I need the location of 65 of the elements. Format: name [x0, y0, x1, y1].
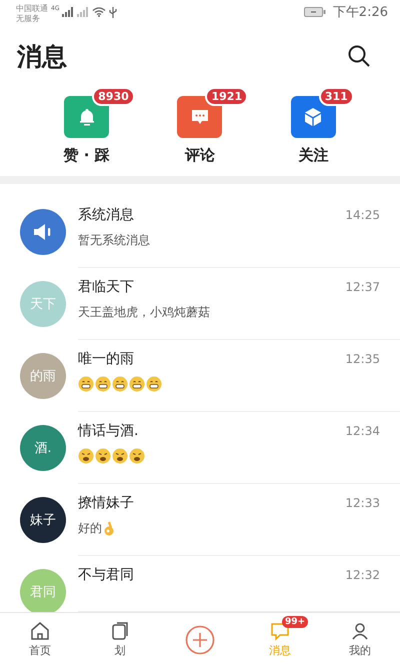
message-preview: 暂无系统消息: [78, 232, 150, 249]
signal-icon: [62, 7, 74, 17]
plus-icon: [185, 624, 215, 654]
message-row[interactable]: 天下 君临天下 12:37 天王盖地虎，小鸡炖蘑菇: [0, 268, 400, 340]
avatar-text: 酒.: [34, 440, 52, 457]
avatar-text: 妹子: [30, 512, 56, 529]
search-icon[interactable]: [348, 45, 370, 67]
message-preview: 天王盖地虎，小鸡炖蘑菇: [78, 304, 210, 321]
message-time: 14:25: [345, 208, 380, 222]
contact-name: 撩情妹子: [78, 494, 134, 512]
message-row[interactable]: 妹子 撩情妹子 12:33 好的: [0, 484, 400, 556]
avatar-text: 天下: [30, 296, 56, 313]
message-row[interactable]: 酒. 情话与酒. 12:34: [0, 412, 400, 484]
carrier-name: 中国联通: [16, 4, 48, 14]
carrier-status: 无服务: [16, 14, 41, 24]
tab-label: 首页: [29, 643, 51, 658]
message-row[interactable]: 系统消息 14:25 暂无系统消息: [0, 196, 400, 268]
message-time: 12:32: [345, 568, 380, 582]
weary-emoji-icon: [95, 448, 111, 464]
shortcut-label: 评论: [184, 146, 215, 165]
shortcut-label: 赞 · 踩: [64, 146, 110, 165]
status-time: 下午2:26: [332, 4, 388, 21]
count-badge: 1921: [205, 87, 248, 106]
cube-icon: [303, 107, 324, 127]
tab-item[interactable]: 我的: [320, 613, 400, 666]
message-time: 12:33: [345, 496, 380, 510]
tab-item[interactable]: 首页: [0, 613, 80, 666]
page-title: 消息: [17, 40, 67, 72]
tab-item[interactable]: 99+ 消息: [240, 613, 320, 666]
avatar-text: 的雨: [30, 368, 56, 385]
count-badge: 8930: [92, 87, 135, 106]
count-badge: 311: [318, 87, 354, 106]
message-time: 12:37: [345, 280, 380, 294]
usb-icon: [109, 6, 118, 18]
message-time: 12:35: [345, 352, 380, 366]
count-badge: 99+: [282, 616, 308, 628]
person-icon: [350, 621, 370, 641]
weary-emoji-icon: [112, 448, 128, 464]
shortcut-label: 关注: [298, 146, 328, 165]
message-row[interactable]: 的雨 唯一的雨 12:35: [0, 340, 400, 412]
avatar-text: 君同: [30, 584, 56, 601]
tab-label: 我的: [349, 643, 371, 658]
home-icon: [30, 621, 50, 641]
message-preview: 好的: [78, 520, 102, 537]
weary-emoji-icon: [78, 448, 94, 464]
grin-emoji-icon: [146, 376, 162, 392]
grin-emoji-icon: [112, 376, 128, 392]
contact-name: 情话与酒.: [78, 422, 138, 440]
ok-hand-icon: [103, 520, 115, 536]
tab-label: 划: [114, 643, 126, 658]
tab-item[interactable]: 划: [80, 613, 160, 666]
grin-emoji-icon: [95, 376, 111, 392]
weary-emoji-icon: [129, 448, 145, 464]
contact-name: 不与君同: [78, 566, 134, 584]
message-time: 12:34: [345, 424, 380, 438]
wifi-icon: [92, 7, 106, 17]
contact-name: 君临天下: [78, 278, 134, 296]
contact-name: 唯一的雨: [78, 350, 134, 368]
grin-emoji-icon: [129, 376, 145, 392]
signal-icon: [77, 7, 90, 17]
tab-label: 消息: [269, 643, 291, 658]
cards-icon: [110, 621, 130, 641]
battery-icon: [304, 7, 326, 17]
grin-emoji-icon: [78, 376, 94, 392]
contact-name: 系统消息: [78, 206, 134, 224]
